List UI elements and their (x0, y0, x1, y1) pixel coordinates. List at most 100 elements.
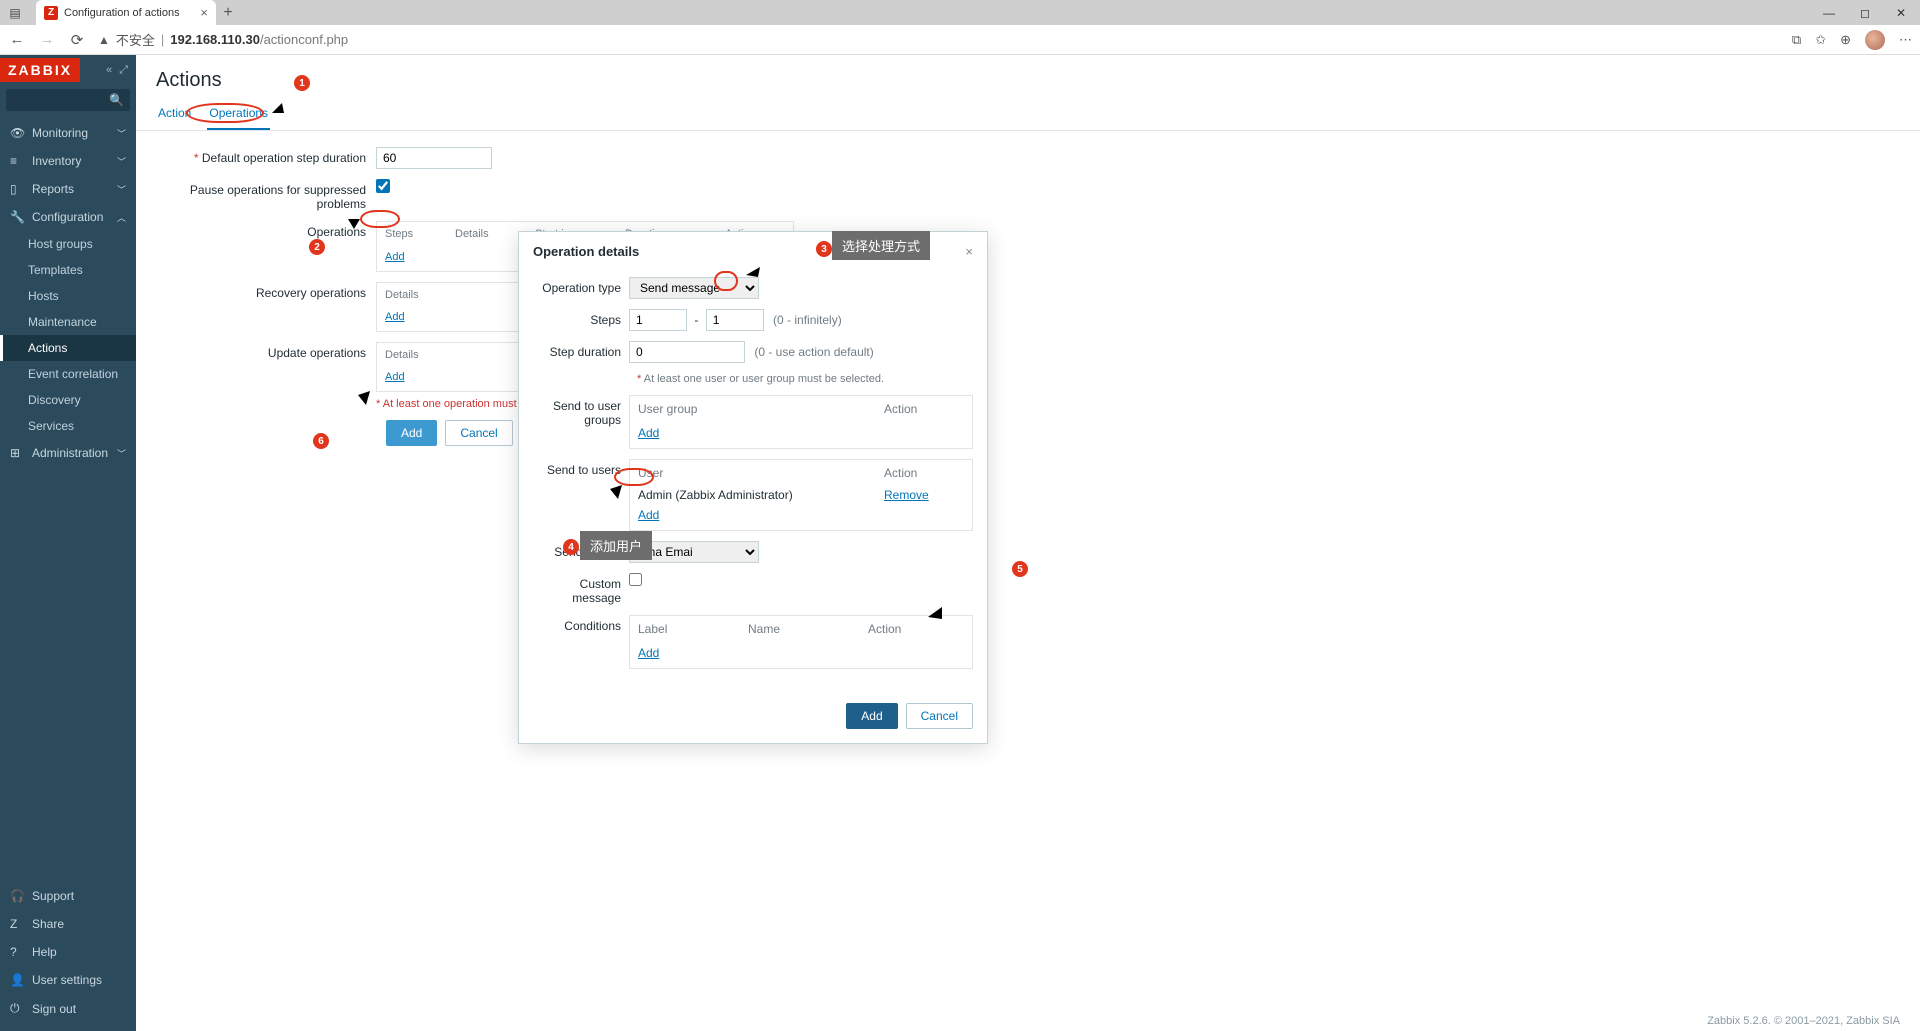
col-label: Label (638, 622, 748, 636)
url-host: 192.168.110.30 (170, 32, 260, 47)
users-add-link[interactable]: Add (638, 508, 659, 522)
sidebar-sub-templates[interactable]: Templates (0, 257, 136, 283)
user-groups-list: User group Action Add (629, 395, 973, 449)
sidebar-sub-actions[interactable]: Actions (0, 335, 136, 361)
default-duration-label: Default operation step duration (202, 151, 366, 165)
sidebar-item-administration[interactable]: ⊞ Administration ﹀ (0, 439, 136, 467)
window-maximize-icon[interactable]: ◻ (1856, 6, 1874, 20)
address-bar[interactable]: ▲ 不安全 | 192.168.110.30/actionconf.php (98, 30, 1780, 49)
forward-icon: → (38, 31, 56, 48)
groups-add-link[interactable]: Add (638, 426, 659, 440)
sidebar-label: Share (32, 917, 64, 931)
user-name: Admin (Zabbix Administrator) (638, 488, 884, 502)
users-list: User Action Admin (Zabbix Administrator)… (629, 459, 973, 531)
sidebar: ZABBIX « ⤢ 🔍 👁 Monitoring ﹀ ≡ Inventory … (0, 55, 136, 1031)
pause-checkbox[interactable] (376, 179, 390, 193)
window-minimize-icon[interactable]: — (1820, 6, 1838, 20)
sidebar-item-inventory[interactable]: ≡ Inventory ﹀ (0, 147, 136, 175)
page-title: Actions (156, 69, 1900, 92)
recovery-table: Details Add (376, 282, 536, 332)
logo[interactable]: ZABBIX (0, 58, 80, 82)
steps-label: Steps (533, 309, 629, 327)
annotation-tip-2: 添加用户 (580, 531, 652, 560)
custom-msg-label: Custom message (533, 573, 629, 605)
operations-add-link[interactable]: Add (385, 251, 405, 263)
conditions-label: Conditions (533, 615, 629, 633)
gear-box-icon: ⊞ (10, 446, 24, 460)
sidebar-sub-maintenance[interactable]: Maintenance (0, 309, 136, 335)
sidebar-item-monitoring[interactable]: 👁 Monitoring ﹀ (0, 119, 136, 147)
favorites-icon[interactable]: ✩ (1815, 32, 1826, 48)
modal-close-icon[interactable]: × (965, 244, 973, 259)
modal-add-button[interactable]: Add (846, 703, 897, 729)
col-name: Name (748, 622, 868, 636)
step-duration-hint: (0 - use action default) (754, 345, 873, 359)
browser-app-icon: ▤ (0, 6, 30, 20)
user-remove-link[interactable]: Remove (884, 488, 929, 502)
sidebar-label: Support (32, 889, 74, 903)
wrench-icon: 🔧 (10, 210, 24, 224)
send-groups-label: Send to user groups (533, 395, 629, 427)
share-icon: Z (10, 917, 24, 931)
conditions-add-link[interactable]: Add (638, 646, 659, 660)
read-aloud-icon[interactable]: ⧉ (1792, 32, 1801, 48)
sidebar-help[interactable]: ?Help (0, 938, 136, 966)
steps-to-input[interactable] (706, 309, 764, 331)
form-cancel-button[interactable]: Cancel (445, 420, 512, 446)
browser-tab[interactable]: Z Configuration of actions × (36, 0, 216, 25)
op-type-select[interactable]: Send message (629, 277, 759, 299)
user-note: At least one user or user group must be … (644, 373, 884, 385)
modal-cancel-button[interactable]: Cancel (906, 703, 973, 729)
sidebar-sub-event-correlation[interactable]: Event correlation (0, 361, 136, 387)
sidebar-item-reports[interactable]: ▯ Reports ﹀ (0, 175, 136, 203)
url-path: /actionconf.php (260, 32, 348, 47)
favicon: Z (44, 6, 58, 20)
tab-operations[interactable]: Operations (207, 100, 270, 130)
sidebar-label: Configuration (32, 210, 103, 224)
op-type-label: Operation type (533, 277, 629, 295)
sidebar-support[interactable]: 🎧Support (0, 882, 136, 910)
search-icon: 🔍 (109, 93, 124, 107)
sidebar-sub-services[interactable]: Services (0, 413, 136, 439)
sidebar-search[interactable]: 🔍 (6, 89, 130, 111)
browser-tab-strip: ▤ Z Configuration of actions × + — ◻ ✕ (0, 0, 1920, 25)
sidebar-label: Inventory (32, 154, 81, 168)
sidebar-sign-out[interactable]: ⏻Sign out (0, 994, 136, 1023)
custom-msg-checkbox[interactable] (629, 573, 642, 586)
collections-icon[interactable]: ⊕ (1840, 32, 1851, 48)
col-steps: Steps (385, 228, 455, 240)
update-add-link[interactable]: Add (385, 371, 405, 383)
form-submit-button[interactable]: Add (386, 420, 437, 446)
chevron-down-icon: ﹀ (117, 127, 126, 140)
sidebar-label: Administration (32, 446, 108, 460)
window-close-icon[interactable]: ✕ (1892, 6, 1910, 20)
sidebar-collapse-icon[interactable]: « ⤢ (106, 64, 136, 77)
chevron-down-icon: ﹀ (117, 155, 126, 168)
sidebar-sub-discovery[interactable]: Discovery (0, 387, 136, 413)
recovery-add-link[interactable]: Add (385, 311, 405, 323)
pause-label: Pause operations for suppressed problems (190, 183, 366, 211)
close-tab-icon[interactable]: × (200, 5, 208, 20)
step-duration-input[interactable] (629, 341, 745, 363)
sidebar-sub-hosts[interactable]: Hosts (0, 283, 136, 309)
sidebar-label: Sign out (32, 1002, 76, 1016)
chevron-down-icon: ﹀ (117, 183, 126, 196)
menu-icon[interactable]: ⋯ (1899, 32, 1912, 48)
sidebar-label: User settings (32, 973, 102, 987)
tab-title: Configuration of actions (64, 7, 180, 19)
sidebar-item-configuration[interactable]: 🔧 Configuration ︿ (0, 203, 136, 231)
new-tab-button[interactable]: + (216, 4, 240, 22)
reload-icon[interactable]: ⟳ (68, 31, 86, 49)
sidebar-share[interactable]: Z Share (0, 910, 136, 938)
user-row: Admin (Zabbix Administrator) Remove (630, 486, 972, 504)
update-label: Update operations (268, 346, 366, 360)
back-icon[interactable]: ← (8, 31, 26, 48)
profile-avatar[interactable] (1865, 30, 1885, 50)
conditions-list: Label Name Action Add (629, 615, 973, 669)
sidebar-sub-host-groups[interactable]: Host groups (0, 231, 136, 257)
recovery-label: Recovery operations (256, 286, 366, 300)
default-duration-input[interactable] (376, 147, 492, 169)
steps-from-input[interactable] (629, 309, 687, 331)
tab-action[interactable]: Action (156, 100, 193, 130)
sidebar-user-settings[interactable]: 👤User settings (0, 966, 136, 994)
